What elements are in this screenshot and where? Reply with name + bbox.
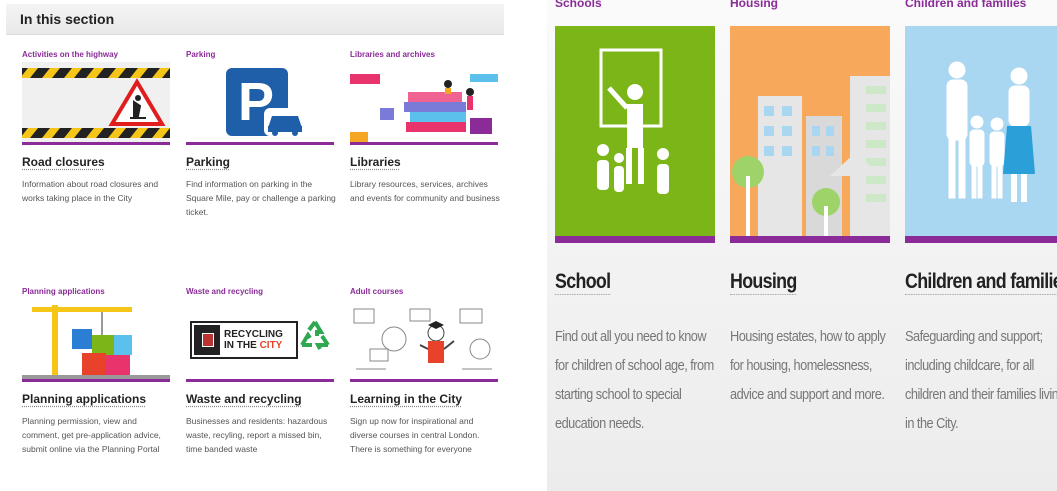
card-libraries[interactable]: Libraries and archives Libraries Library… — [350, 50, 500, 205]
recycling-line-2a: IN THE — [224, 340, 260, 351]
buildings-icon — [732, 76, 890, 236]
card-description: Housing estates, how to apply for housin… — [730, 328, 886, 403]
section-header: In this section — [6, 4, 504, 35]
card-category[interactable]: Schools — [555, 0, 715, 10]
card-description: Information about road closures and work… — [22, 179, 159, 203]
city-crest-icon — [194, 325, 220, 355]
card-title[interactable]: Parking — [186, 155, 336, 169]
card-children-families[interactable]: Children and families Children and famil… — [905, 0, 1057, 432]
parking-image[interactable]: P — [186, 62, 334, 142]
accent-bar — [730, 236, 890, 243]
parking-icon: P — [186, 62, 334, 142]
card-title[interactable]: Children and families — [905, 270, 1057, 295]
in-this-section-panel: In this section Activities on the highwa… — [0, 0, 512, 491]
card-category[interactable]: Activities on the highway — [22, 50, 172, 62]
children-image[interactable] — [905, 26, 1057, 236]
card-title[interactable]: Libraries — [350, 155, 500, 169]
crane-icon — [22, 299, 170, 379]
card-description: Safeguarding and support; including chil… — [905, 328, 1057, 432]
books-icon — [350, 62, 498, 142]
planning-image[interactable] — [22, 299, 170, 379]
card-category[interactable]: Planning applications — [22, 287, 172, 299]
recycling-logo: RECYCLING IN THE CITY — [190, 321, 298, 359]
accent-bar — [186, 142, 334, 145]
card-description: Find out all you need to know for childr… — [555, 328, 714, 432]
roadworks-icon — [22, 62, 170, 142]
card-category[interactable]: Adult courses — [350, 287, 500, 299]
card-title[interactable]: Planning applications — [22, 392, 172, 406]
card-housing[interactable]: Housing Housing Housing estates, how to … — [730, 0, 890, 403]
card-parking[interactable]: Parking P Parking Find information on pa… — [186, 50, 336, 219]
card-title[interactable]: School — [555, 270, 611, 295]
card-category[interactable]: Parking — [186, 50, 336, 62]
accent-bar — [186, 379, 334, 382]
card-category[interactable]: Waste and recycling — [186, 287, 336, 299]
card-planning-applications[interactable]: Planning applications Planning applicati… — [22, 287, 172, 456]
card-learning-city[interactable]: Adult courses Learning in the City Sign … — [350, 287, 500, 456]
recycling-line-1: RECYCLING — [224, 329, 283, 340]
school-image[interactable] — [555, 26, 715, 236]
card-school[interactable]: Schools School Find out all you need to … — [555, 0, 715, 432]
card-description: Planning permission, view and comment, g… — [22, 416, 161, 454]
card-title[interactable]: Housing — [730, 270, 797, 295]
accent-bar — [22, 142, 170, 145]
accent-bar — [22, 379, 170, 382]
recycle-icon — [300, 320, 330, 350]
accent-bar — [905, 236, 1057, 243]
card-category[interactable]: Housing — [730, 0, 890, 10]
card-category[interactable]: Children and families — [905, 0, 1057, 10]
learning-icon — [350, 299, 498, 379]
card-waste-recycling[interactable]: Waste and recycling RECYCLING IN THE CIT… — [186, 287, 336, 456]
card-description: Library resources, services, archives an… — [350, 179, 500, 203]
libraries-image[interactable] — [350, 62, 498, 142]
featured-services-panel: Schools School Find out all you need to … — [547, 0, 1057, 491]
accent-bar — [350, 142, 498, 145]
card-road-closures[interactable]: Activities on the highway Road closures … — [22, 50, 172, 205]
accent-bar — [350, 379, 498, 382]
recycling-line-2b: CITY — [259, 340, 283, 351]
recycling-image[interactable]: RECYCLING IN THE CITY — [186, 299, 334, 379]
card-title[interactable]: Road closures — [22, 155, 172, 169]
family-icon — [946, 61, 1035, 202]
teacher-icon — [597, 48, 669, 194]
section-title: In this section — [20, 11, 115, 27]
housing-image[interactable] — [730, 26, 890, 236]
accent-bar — [555, 236, 715, 243]
learning-image[interactable] — [350, 299, 498, 379]
card-category[interactable]: Libraries and archives — [350, 50, 500, 62]
card-title[interactable]: Learning in the City — [350, 392, 500, 406]
road-closure-image[interactable] — [22, 62, 170, 142]
card-description: Find information on parking in the Squar… — [186, 179, 336, 217]
card-title[interactable]: Waste and recycling — [186, 392, 336, 406]
card-description: Sign up now for inspirational and divers… — [350, 416, 480, 454]
card-description: Businesses and residents: hazardous wast… — [186, 416, 328, 454]
